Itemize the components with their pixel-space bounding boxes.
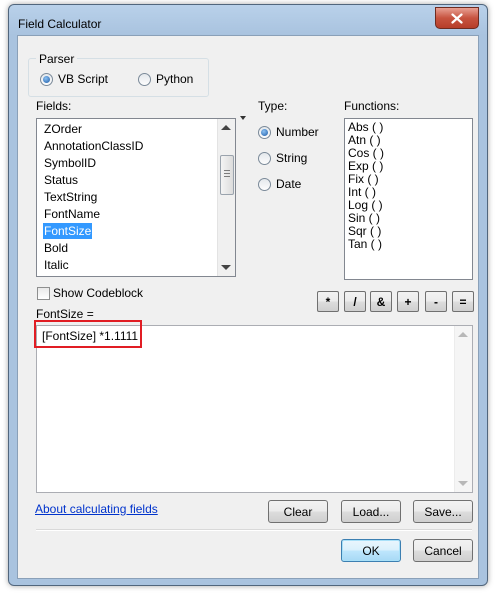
window-title: Field Calculator [18, 17, 102, 31]
radio-unselected-icon [258, 151, 271, 165]
radio-python-label: Python [156, 72, 194, 86]
annotation-highlight-box [34, 320, 142, 348]
radio-selected-icon [40, 72, 53, 86]
scroll-up-icon[interactable] [458, 332, 468, 337]
radio-unselected-icon [258, 177, 271, 191]
scroll-up-icon[interactable] [221, 125, 231, 130]
field-item-symbolid[interactable]: SymbolID [43, 155, 97, 171]
save-button[interactable]: Save... [413, 500, 473, 523]
radio-string-label: String [276, 151, 308, 165]
operator-multiply-button[interactable]: * [317, 291, 339, 312]
operator-concat-button[interactable]: & [370, 291, 392, 312]
close-button[interactable] [435, 7, 479, 29]
operator-equals-button[interactable]: = [452, 291, 474, 312]
field-calculator-window: Field Calculator Parser VB Script Python… [8, 4, 488, 586]
scroll-down-icon[interactable] [221, 265, 231, 270]
field-item-textstring[interactable]: TextString [43, 189, 98, 205]
show-codeblock-label[interactable]: Show Codeblock [53, 286, 143, 300]
radio-date[interactable]: Date [258, 177, 301, 191]
fields-sort-arrow-icon[interactable] [240, 116, 246, 120]
field-item-fontname[interactable]: FontName [43, 206, 101, 222]
radio-vbscript-label: VB Script [58, 72, 109, 86]
separator [36, 529, 472, 531]
radio-unselected-icon [138, 72, 151, 86]
radio-number[interactable]: Number [258, 125, 319, 139]
radio-vbscript[interactable]: VB Script [40, 72, 108, 86]
field-item-italic[interactable]: Italic [43, 257, 70, 273]
radio-selected-icon [258, 125, 271, 139]
field-item-status[interactable]: Status [43, 172, 79, 188]
expression-label: FontSize = [36, 307, 94, 321]
clear-button[interactable]: Clear [268, 500, 328, 523]
show-codeblock-checkbox[interactable] [37, 287, 50, 300]
fields-scrollbar[interactable] [217, 119, 235, 276]
operator-add-button[interactable]: + [397, 291, 419, 312]
ok-button[interactable]: OK [341, 539, 401, 562]
function-item-tan[interactable]: Tan ( ) [348, 238, 382, 251]
title-bar[interactable]: Field Calculator [9, 5, 487, 35]
radio-python[interactable]: Python [138, 72, 193, 86]
functions-list[interactable]: Abs ( ) Atn ( ) Cos ( ) Exp ( ) Fix ( ) … [344, 118, 473, 280]
expression-textbox[interactable]: [FontSize] *1.1111 [36, 325, 473, 493]
field-item-bold[interactable]: Bold [43, 240, 69, 256]
field-item-zorder[interactable]: ZOrder [43, 121, 83, 137]
fields-label: Fields: [36, 99, 72, 113]
field-item-fontsize[interactable]: FontSize [43, 223, 93, 239]
operator-subtract-button[interactable]: - [425, 291, 447, 312]
radio-string[interactable]: String [258, 151, 307, 165]
fields-list[interactable]: ZOrder AnnotationClassID SymbolID Status… [36, 118, 236, 277]
radio-number-label: Number [276, 125, 319, 139]
load-button[interactable]: Load... [341, 500, 401, 523]
scroll-thumb[interactable] [220, 155, 234, 195]
cancel-button[interactable]: Cancel [413, 539, 473, 562]
close-icon [451, 12, 463, 24]
type-label: Type: [258, 99, 288, 113]
functions-label: Functions: [344, 99, 400, 113]
expression-scrollbar[interactable] [454, 326, 472, 492]
operator-divide-button[interactable]: / [344, 291, 366, 312]
field-item-annotationclassid[interactable]: AnnotationClassID [43, 138, 144, 154]
about-calculating-fields-link[interactable]: About calculating fields [35, 502, 158, 516]
dialog-body: Parser VB Script Python Fields: ZOrder A… [17, 35, 479, 579]
radio-date-label: Date [276, 177, 302, 191]
parser-legend: Parser [36, 52, 78, 66]
scroll-down-icon[interactable] [458, 481, 468, 486]
